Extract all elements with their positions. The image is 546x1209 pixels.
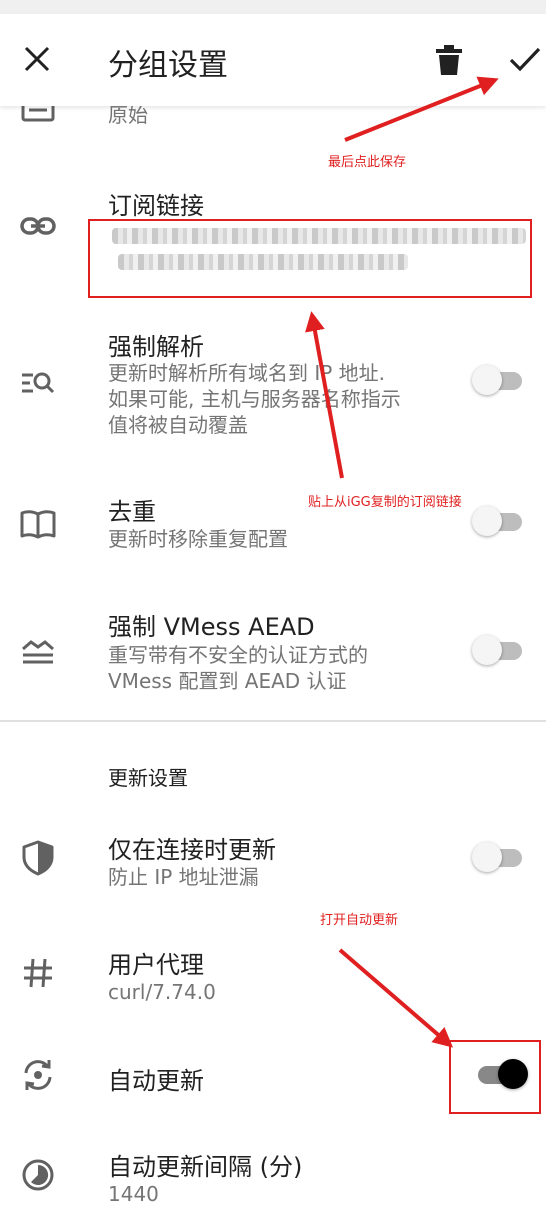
force-resolve-desc-line3: 值将被自动覆盖 (108, 413, 248, 437)
vmess-aead-desc-line1: 重写带有不安全的认证方式的 (108, 643, 368, 667)
update-when-connected-desc: 防止 IP 地址泄漏 (108, 865, 259, 889)
dedupe-desc: 更新时移除重复配置 (108, 527, 288, 551)
subscription-highlight-box (88, 219, 532, 298)
update-settings-header: 更新设置 (108, 766, 188, 790)
user-agent-row[interactable]: 用户代理 curl/7.74.0 (0, 943, 546, 1013)
force-resolve-row[interactable]: 强制解析 更新时解析所有域名到 IP 地址. 如果可能, 主机与服务器名称指示 … (0, 325, 546, 445)
update-when-connected-toggle[interactable] (472, 842, 522, 872)
vmess-aead-desc-line2: VMess 配置到 AEAD 认证 (108, 669, 347, 693)
vmess-aead-row[interactable]: 强制 VMess AEAD 重写带有不安全的认证方式的 VMess 配置到 AE… (0, 605, 546, 700)
shield-icon (22, 840, 54, 876)
search-list-icon (22, 372, 55, 394)
force-resolve-toggle[interactable] (472, 365, 522, 395)
vmess-aead-toggle[interactable] (472, 635, 522, 665)
group-type-value: 原始 (108, 103, 148, 127)
timelapse-icon (22, 1159, 54, 1191)
auto-update-interval-row[interactable]: 自动更新间隔 (分) 1440 (0, 1145, 546, 1209)
auto-update-highlight-box (449, 1040, 541, 1114)
dedupe-row[interactable]: 去重 更新时移除重复配置 (0, 490, 546, 560)
sync-icon (24, 1060, 52, 1090)
app-bar: 分组设置 (0, 14, 546, 106)
waves-icon (22, 640, 54, 664)
subscription-link-title: 订阅链接 (108, 192, 204, 220)
save-hint-annotation: 最后点此保存 (328, 155, 407, 170)
link-icon (20, 217, 56, 235)
force-resolve-desc-line1: 更新时解析所有域名到 IP 地址. (108, 361, 386, 385)
user-agent-title: 用户代理 (108, 951, 204, 979)
paste-hint-annotation: 贴上从iGG复制的订阅链接 (308, 495, 462, 510)
close-icon[interactable] (22, 44, 52, 74)
vmess-aead-title: 强制 VMess AEAD (108, 613, 315, 641)
force-resolve-desc-line2: 如果可能, 主机与服务器名称指示 (108, 387, 401, 411)
book-icon (20, 510, 56, 539)
auto-update-interval-value: 1440 (108, 1182, 159, 1206)
force-resolve-title: 强制解析 (108, 333, 204, 361)
user-agent-value: curl/7.74.0 (108, 980, 216, 1004)
dedupe-title: 去重 (108, 498, 156, 526)
hash-icon (24, 958, 52, 988)
check-icon[interactable] (508, 44, 542, 74)
auto-update-title: 自动更新 (108, 1067, 204, 1095)
settings-list[interactable]: 原始 订阅链接 强制解析 更新时解析所有域名到 IP 地址. 如果可能, 主机与… (0, 0, 546, 1209)
trash-icon[interactable] (434, 44, 464, 76)
auto-update-hint-annotation: 打开自动更新 (320, 913, 399, 928)
dedupe-toggle[interactable] (472, 506, 522, 536)
update-when-connected-row[interactable]: 仅在连接时更新 防止 IP 地址泄漏 (0, 828, 546, 898)
section-divider (0, 720, 546, 722)
update-when-connected-title: 仅在连接时更新 (108, 836, 276, 864)
auto-update-interval-title: 自动更新间隔 (分) (108, 1153, 303, 1181)
page-title: 分组设置 (108, 48, 228, 83)
